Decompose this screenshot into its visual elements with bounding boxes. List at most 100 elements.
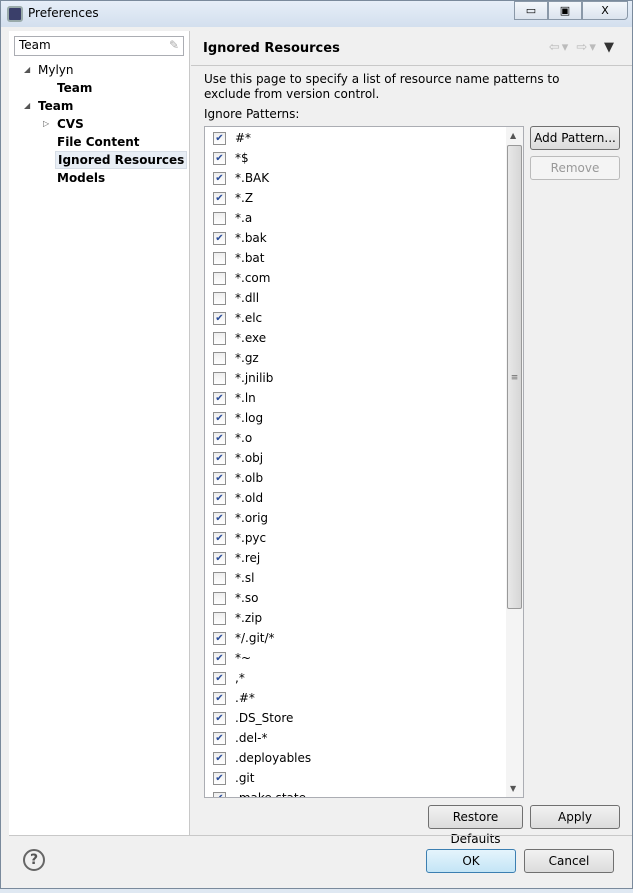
pattern-row[interactable]: ✔ *.old — [213, 488, 263, 508]
forward-arrow-icon[interactable]: ⇨ — [576, 40, 589, 55]
pattern-checkbox[interactable]: ✔ — [213, 391, 226, 405]
pattern-checkbox[interactable]: ✔ — [213, 711, 226, 725]
pattern-row[interactable]: ✔ *.bak — [213, 228, 267, 248]
pattern-checkbox[interactable]: ✔ — [213, 531, 226, 545]
pattern-checkbox[interactable]: ✔ — [213, 771, 226, 785]
pattern-checkbox[interactable]: ✔ — [213, 691, 226, 705]
pattern-row[interactable]: *.zip — [213, 608, 262, 628]
pattern-checkbox[interactable]: ✔ — [213, 451, 226, 465]
tree-item[interactable]: File Content — [57, 133, 140, 151]
close-button[interactable]: X — [582, 1, 628, 20]
scrollbar-thumb[interactable]: ≡ — [507, 145, 522, 609]
tree-item[interactable]: Models — [57, 169, 105, 187]
view-menu-icon[interactable]: ▼ — [604, 40, 616, 55]
vertical-scrollbar[interactable]: ▲ ≡ ▼ — [506, 127, 523, 797]
pattern-checkbox[interactable]: ✔ — [213, 171, 226, 185]
pattern-checkbox[interactable]: ✔ — [213, 631, 226, 645]
pattern-row[interactable]: ✔ *.rej — [213, 548, 260, 568]
pattern-checkbox[interactable] — [213, 371, 226, 385]
help-icon[interactable]: ? — [23, 849, 45, 871]
remove-button[interactable]: Remove — [530, 156, 620, 180]
pattern-row[interactable]: ✔ *.orig — [213, 508, 268, 528]
pattern-row[interactable]: *.jnilib — [213, 368, 273, 388]
collapse-icon[interactable]: ◢ — [24, 65, 30, 74]
pattern-checkbox[interactable]: ✔ — [213, 411, 226, 425]
collapse-icon[interactable]: ◢ — [24, 101, 30, 110]
add-pattern-button[interactable]: Add Pattern... — [530, 126, 620, 150]
pattern-checkbox[interactable] — [213, 211, 226, 225]
pattern-row[interactable]: ✔ *.o — [213, 428, 252, 448]
pattern-row[interactable]: *.gz — [213, 348, 259, 368]
pattern-row[interactable]: *.dll — [213, 288, 259, 308]
pattern-checkbox[interactable] — [213, 291, 226, 305]
pattern-row[interactable]: ✔ #* — [213, 128, 251, 148]
pattern-row[interactable]: ✔ *~ — [213, 648, 251, 668]
minimize-button[interactable]: ▭ — [514, 1, 548, 20]
pattern-row[interactable]: ✔ *.obj — [213, 448, 263, 468]
pattern-checkbox[interactable]: ✔ — [213, 751, 226, 765]
pattern-checkbox[interactable]: ✔ — [213, 551, 226, 565]
pattern-row[interactable]: ✔ .deployables — [213, 748, 311, 768]
pattern-row[interactable]: ✔ */.git/* — [213, 628, 275, 648]
pattern-row[interactable]: ✔ ,* — [213, 668, 245, 688]
pattern-checkbox[interactable]: ✔ — [213, 231, 226, 245]
pattern-row[interactable]: ✔ *.olb — [213, 468, 263, 488]
filter-input[interactable]: Team ✎ — [14, 36, 184, 56]
pattern-checkbox[interactable]: ✔ — [213, 191, 226, 205]
pattern-checkbox[interactable]: ✔ — [213, 671, 226, 685]
pattern-checkbox[interactable]: ✔ — [213, 791, 226, 797]
pattern-row[interactable]: ✔ *.ln — [213, 388, 256, 408]
restore-defaults-button[interactable]: Restore Defaults — [428, 805, 523, 846]
forward-dropdown-icon[interactable]: ▾ — [589, 40, 598, 55]
ignore-patterns-list[interactable]: ✔ .make.state ✔ .git ✔ .deployables ✔ .del-* ✔ .D… — [204, 126, 524, 798]
cancel-button[interactable]: Cancel — [524, 849, 614, 873]
pattern-row[interactable]: ✔ .git — [213, 768, 254, 788]
apply-button[interactable]: Apply — [530, 805, 620, 829]
pattern-row[interactable]: ✔ *.pyc — [213, 528, 266, 548]
pattern-checkbox[interactable]: ✔ — [213, 651, 226, 665]
pattern-row[interactable]: ✔ *$ — [213, 148, 249, 168]
tree-item[interactable]: CVS — [57, 115, 84, 133]
expand-icon[interactable]: ▷ — [43, 119, 49, 128]
ok-button[interactable]: OK — [426, 849, 516, 873]
eraser-icon[interactable]: ✎ — [169, 38, 179, 52]
pattern-checkbox[interactable] — [213, 271, 226, 285]
pattern-row[interactable]: *.bat — [213, 248, 265, 268]
pattern-row[interactable]: *.com — [213, 268, 270, 288]
pattern-row[interactable]: *.exe — [213, 328, 266, 348]
tree-item[interactable]: Mylyn — [38, 61, 74, 79]
pattern-checkbox[interactable] — [213, 351, 226, 365]
maximize-button[interactable]: ▣ — [548, 1, 582, 20]
tree-item[interactable]: Ignored Resources — [55, 151, 188, 169]
pattern-checkbox[interactable] — [213, 331, 226, 345]
back-dropdown-icon[interactable]: ▾ — [562, 40, 571, 55]
pattern-checkbox[interactable]: ✔ — [213, 311, 226, 325]
pattern-checkbox[interactable] — [213, 591, 226, 605]
scroll-up-icon[interactable]: ▲ — [510, 131, 516, 140]
pattern-checkbox[interactable]: ✔ — [213, 491, 226, 505]
pattern-checkbox[interactable]: ✔ — [213, 131, 226, 145]
tree-item[interactable]: Team — [38, 97, 73, 115]
pattern-checkbox[interactable] — [213, 571, 226, 585]
pattern-checkbox[interactable]: ✔ — [213, 151, 226, 165]
pattern-row[interactable]: ✔ *.elc — [213, 308, 262, 328]
pattern-checkbox[interactable]: ✔ — [213, 471, 226, 485]
scroll-down-icon[interactable]: ▼ — [510, 784, 516, 793]
pattern-row[interactable]: *.a — [213, 208, 252, 228]
back-arrow-icon[interactable]: ⇦ — [549, 40, 562, 55]
pattern-checkbox[interactable]: ✔ — [213, 431, 226, 445]
pattern-row[interactable]: ✔ .del-* — [213, 728, 267, 748]
pattern-row[interactable]: *.sl — [213, 568, 254, 588]
pattern-row[interactable]: ✔ .DS_Store — [213, 708, 293, 728]
pattern-checkbox[interactable] — [213, 251, 226, 265]
pattern-row[interactable]: *.so — [213, 588, 258, 608]
pattern-row[interactable]: ✔ *.BAK — [213, 168, 269, 188]
pattern-row[interactable]: ✔ *.Z — [213, 188, 253, 208]
pattern-checkbox[interactable]: ✔ — [213, 731, 226, 745]
pattern-row[interactable]: ✔ .make.state — [213, 788, 306, 797]
pattern-row[interactable]: ✔ .#* — [213, 688, 255, 708]
pattern-row[interactable]: ✔ *.log — [213, 408, 263, 428]
tree-item[interactable]: Team — [57, 79, 92, 97]
pattern-checkbox[interactable]: ✔ — [213, 511, 226, 525]
pattern-checkbox[interactable] — [213, 611, 226, 625]
